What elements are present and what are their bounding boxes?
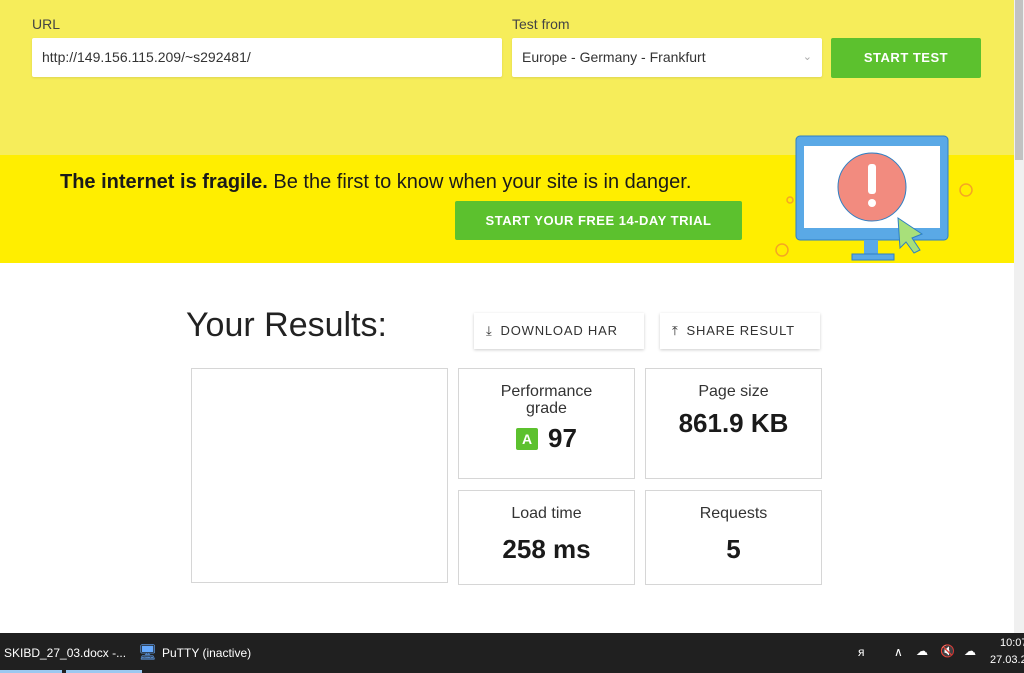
taskbar-item-putty[interactable]: PuTTY (inactive) [162,646,251,660]
volume-muted-icon[interactable]: 🔇 [940,644,955,658]
load-time-label: Load time [511,505,582,522]
url-input[interactable]: http://149.156.115.209/~s292481/ [32,38,502,77]
cloud-icon[interactable]: ☁ [916,644,928,658]
load-time-value: 258 ms [502,534,591,564]
performance-label: Performance grade [500,383,593,417]
load-time-card: Load time 258 ms [458,490,635,585]
promo-banner: The internet is fragile. Be the first to… [0,135,1014,263]
putty-icon: 🖥 [138,644,158,661]
results-title: Your Results: [186,306,387,344]
grade-badge: A [516,427,539,450]
clock-date[interactable]: 27.03.2 [990,654,1024,666]
share-icon: ⤒ [672,323,679,338]
download-har-button[interactable]: ⤓ DOWNLOAD HAR [474,313,644,349]
screenshot-preview [191,368,448,583]
chevron-up-icon[interactable]: ∧ [894,645,903,659]
banner-rest: Be the first to know when your site is i… [267,171,692,193]
scrollbar[interactable] [1014,0,1024,633]
free-trial-button[interactable]: START YOUR FREE 14-DAY TRIAL [455,201,742,240]
test-from-value: Europe - Germany - Frankfurt [522,49,706,65]
start-test-button[interactable]: START TEST [831,38,981,78]
requests-value: 5 [726,534,741,564]
banner-text: The internet is fragile. Be the first to… [60,171,691,194]
monitor-alert-illustration [775,135,973,261]
grade-value: 97 [548,423,577,453]
people-icon[interactable]: ᴙ [858,645,865,659]
chevron-down-icon: ⌄ [802,51,812,63]
page-size-label: Page size [698,383,769,400]
banner-bold: The internet is fragile. [60,171,268,193]
test-from-select[interactable]: Europe - Germany - Frankfurt ⌄ [512,38,822,77]
requests-label: Requests [699,505,768,522]
scrollbar-thumb[interactable] [1015,0,1023,160]
requests-card: Requests 5 [645,490,822,585]
share-result-label: SHARE RESULT [686,323,795,338]
performance-grade-card: Performance grade A 97 [458,368,635,479]
url-label: URL [32,16,61,32]
share-result-button[interactable]: ⤒ SHARE RESULT [660,313,820,349]
taskbar: SKIBD_27_03.docx -... 🖥 PuTTY (inactive)… [0,633,1024,673]
page-size-card: Page size 861.9 KB [645,368,822,479]
clock-time[interactable]: 10:07 [1000,637,1024,649]
onedrive-icon[interactable]: ☁ [964,644,976,658]
page-size-value: 861.9 KB [678,408,789,438]
taskbar-item-word[interactable]: SKIBD_27_03.docx -... [4,646,126,660]
test-from-label: Test from [512,16,570,32]
download-icon: ⤓ [486,323,493,338]
download-har-label: DOWNLOAD HAR [500,323,618,338]
